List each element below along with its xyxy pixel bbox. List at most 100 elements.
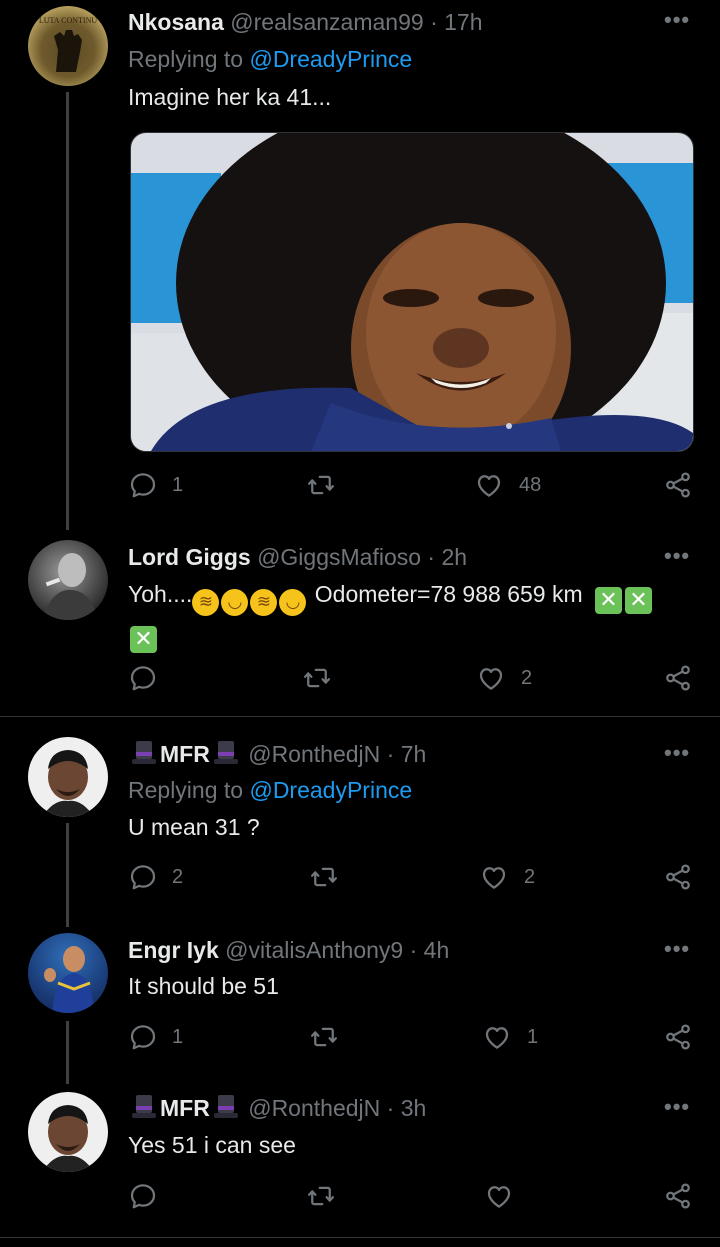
reply-icon [128, 1022, 158, 1052]
top-hat-emoji [131, 1093, 157, 1121]
tweet[interactable]: LUTA CONTINU Nkosana @realsanzaman99 · 1… [0, 0, 720, 530]
avatar-photo [42, 553, 98, 620]
tweet-actions: 2 [128, 663, 693, 697]
avatar-photo [44, 946, 94, 1013]
like-button[interactable] [483, 1181, 529, 1211]
separator-dot: · [386, 1095, 395, 1121]
user-handle[interactable]: @realsanzaman99 [230, 9, 423, 35]
thread-line [66, 823, 69, 927]
tweet-actions [128, 1181, 693, 1215]
tweet-text: It should be 51 [128, 973, 279, 999]
like-button[interactable]: 2 [475, 663, 532, 693]
user-handle[interactable]: @vitalisAnthony9 [225, 937, 403, 963]
more-icon[interactable]: ••• [664, 9, 690, 40]
timestamp[interactable]: 3h [401, 1095, 427, 1121]
mention-link[interactable]: @DreadyPrince [249, 777, 412, 803]
tweet-text: Yoh.... ≋ ◡ ≋ ◡ Odometer=78 988 659 km ✕ ✕ ✕ [128, 577, 692, 653]
timestamp[interactable]: 17h [444, 9, 482, 35]
more-icon[interactable]: ••• [664, 545, 690, 576]
reply-icon [128, 862, 158, 892]
heart-icon [475, 663, 507, 693]
top-hat-emoji [131, 739, 157, 767]
user-handle[interactable]: @RonthedjN [248, 741, 380, 767]
timestamp[interactable]: 7h [401, 741, 427, 767]
display-name[interactable]: Nkosana [128, 9, 224, 35]
share-button[interactable] [663, 1022, 693, 1052]
share-button[interactable] [663, 663, 693, 693]
tweet[interactable]: Engr Iyk @vitalisAnthony9 · 4h ••• It sh… [0, 927, 720, 1084]
retweet-icon [304, 470, 338, 500]
more-icon[interactable]: ••• [664, 742, 690, 773]
display-name[interactable]: MFR [160, 741, 210, 767]
rolling-on-floor-laughing-emoji: ≋ [192, 589, 220, 616]
avatar[interactable] [28, 933, 108, 1013]
retweet-button[interactable] [304, 470, 352, 500]
user-handle[interactable]: @GiggsMafioso [257, 544, 421, 570]
heart-icon [478, 862, 510, 892]
display-name[interactable]: MFR [160, 1095, 210, 1121]
avatar-photo [42, 1105, 94, 1172]
replying-label: Replying to [128, 777, 244, 803]
cross-mark-emoji: ✕ [595, 587, 623, 614]
tweet-actions: 1 1 [128, 1022, 693, 1056]
tweet-actions: 2 2 [128, 862, 693, 896]
avatar[interactable] [28, 737, 108, 817]
share-icon [663, 470, 693, 500]
tweet-actions: 1 48 [128, 470, 693, 504]
thread-line [66, 92, 69, 530]
reply-button[interactable]: 2 [128, 862, 183, 892]
retweet-button[interactable] [307, 1022, 355, 1052]
top-hat-emoji [213, 1093, 239, 1121]
retweet-button[interactable] [307, 862, 355, 892]
cross-mark-emoji: ✕ [130, 626, 157, 653]
tweet-text: U mean 31 ? [128, 814, 260, 840]
tweet-text: Imagine her ka 41... [128, 84, 332, 110]
separator-dot: · [386, 741, 395, 767]
share-button[interactable] [663, 470, 693, 500]
separator-dot: · [427, 544, 436, 570]
user-handle[interactable]: @RonthedjN [248, 1095, 380, 1121]
heart-icon [483, 1181, 515, 1211]
like-button[interactable]: 2 [478, 862, 535, 892]
more-icon[interactable]: ••• [664, 938, 690, 969]
tweet[interactable]: MFR @RonthedjN · 7h ••• Replying to @Dre… [0, 717, 720, 927]
share-icon [663, 1181, 693, 1211]
retweet-button[interactable] [300, 663, 348, 693]
display-name[interactable]: Lord Giggs [128, 544, 251, 570]
timestamp[interactable]: 4h [424, 937, 450, 963]
reply-button[interactable] [128, 1181, 172, 1211]
replying-label: Replying to [128, 46, 244, 72]
tweet[interactable]: MFR @RonthedjN · 3h ••• Yes 51 i can see [0, 1084, 720, 1237]
reply-count: 1 [172, 473, 184, 496]
share-icon [663, 663, 693, 693]
display-name[interactable]: Engr Iyk [128, 937, 219, 963]
like-button[interactable]: 1 [481, 1022, 538, 1052]
more-icon[interactable]: ••• [664, 1096, 690, 1127]
share-icon [663, 1022, 693, 1052]
reply-count: 1 [172, 1025, 184, 1048]
avatar[interactable]: LUTA CONTINU [28, 6, 108, 86]
thread-line [66, 1021, 69, 1084]
reply-button[interactable] [128, 663, 172, 693]
like-button[interactable]: 48 [473, 470, 541, 500]
tweet-header: Engr Iyk @vitalisAnthony9 · 4h [128, 935, 660, 965]
reply-button[interactable]: 1 [128, 470, 183, 500]
mention-link[interactable]: @DreadyPrince [249, 46, 412, 72]
tweet-header: MFR @RonthedjN · 3h [128, 1093, 660, 1123]
retweet-button[interactable] [304, 1181, 352, 1211]
reply-button[interactable]: 1 [128, 1022, 183, 1052]
avatar[interactable] [28, 540, 108, 620]
reply-icon [128, 470, 158, 500]
tweet-image[interactable] [130, 132, 694, 452]
cross-mark-emoji: ✕ [625, 587, 653, 614]
timestamp[interactable]: 2h [441, 544, 467, 570]
tweet[interactable]: Lord Giggs @GiggsMafioso · 2h ••• Yoh...… [0, 530, 720, 716]
share-button[interactable] [663, 862, 693, 892]
share-button[interactable] [663, 1181, 693, 1211]
tears-of-joy-emoji: ◡ [279, 589, 307, 616]
avatar[interactable] [28, 1092, 108, 1172]
divider [0, 1237, 720, 1238]
reply-icon [128, 663, 158, 693]
tweet-header: Lord Giggs @GiggsMafioso · 2h [128, 542, 660, 572]
retweet-icon [300, 663, 334, 693]
